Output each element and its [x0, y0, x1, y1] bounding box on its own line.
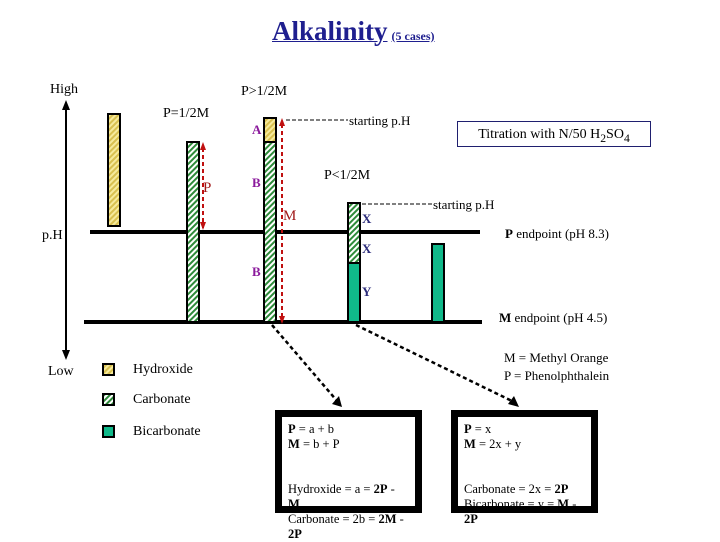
- box-right-line3: Carbonate = 2x = 2P: [464, 482, 569, 496]
- box-left-line1: P = a + b: [288, 422, 335, 436]
- axis-high-label: High: [50, 82, 78, 97]
- axis-arrow-up-icon: [62, 100, 70, 110]
- p-arrow-down-icon: [200, 222, 206, 230]
- legend-label-bicarbonate: Bicarbonate: [133, 424, 201, 439]
- formula-sub-4: 4: [623, 131, 630, 145]
- pointer-arrowhead-right-icon: [508, 396, 519, 407]
- m-endpoint-text: endpoint (pH 4.5): [511, 310, 608, 325]
- legend-label-carbonate: Carbonate: [133, 392, 191, 407]
- starting-ph-label-2: starting p.H: [433, 197, 495, 212]
- indicator-p: P = Phenolphthalein: [504, 368, 610, 383]
- pointer-arrowhead-left-icon: [332, 396, 342, 407]
- indicator-m: M = Methyl Orange: [504, 350, 609, 365]
- formula-h: H: [590, 127, 601, 142]
- box-left-line2: M = b + P: [288, 437, 340, 451]
- segment-label-x-lower: X: [362, 241, 372, 256]
- pointer-arrow-left: [271, 324, 339, 403]
- legend-swatch-hydroxide: [102, 363, 115, 376]
- segment-label-b-upper: B: [252, 175, 261, 190]
- box-right-line4: Bicarbonate = y = M - 2P: [464, 497, 577, 526]
- segment-label-y: Y: [362, 284, 372, 299]
- titration-box: Titration with N/50 H2SO4: [457, 121, 651, 147]
- box-right-line2: M = 2x + y: [464, 437, 522, 451]
- axis-ph-label: p.H: [42, 228, 63, 243]
- pointer-arrow-right: [355, 323, 515, 404]
- bar-segment-a-hydroxide: [263, 117, 277, 143]
- m-arrow-label: M: [283, 208, 297, 224]
- legend-label-hydroxide: Hydroxide: [133, 362, 193, 377]
- bar-segment-y-bicarbonate: [347, 262, 361, 323]
- case-label-p-lt-half-m: P<1/2M: [324, 168, 371, 183]
- m-endpoint-label: M endpoint (pH 4.5): [499, 310, 607, 326]
- segment-label-a: A: [252, 122, 262, 137]
- bar-carbonate-only: [186, 141, 200, 323]
- axis-arrow-down-icon: [62, 350, 70, 360]
- formula-box-p-lt-half-m: P = x M = 2x + y Carbonate = 2x = 2P Bic…: [451, 410, 598, 526]
- p-endpoint-letter: P: [505, 226, 513, 241]
- segment-label-x-upper: X: [362, 211, 372, 226]
- axis-low-label: Low: [48, 364, 74, 379]
- p-endpoint-text: endpoint (pH 8.3): [512, 226, 609, 241]
- titration-text: Titration with N/50: [478, 127, 591, 142]
- legend-swatch-bicarbonate: [102, 425, 115, 438]
- bar-bicarbonate-only: [431, 243, 445, 323]
- m-arrow-up-icon: [279, 118, 285, 126]
- p-arrow-label: P: [203, 180, 212, 196]
- p-arrow-up-icon: [200, 142, 206, 150]
- starting-ph-label-1: starting p.H: [349, 113, 411, 128]
- p-endpoint-label: P endpoint (pH 8.3): [505, 226, 609, 242]
- box-right-line1: P = x: [464, 422, 492, 436]
- bar-segment-x-carbonate: [347, 202, 361, 264]
- m-endpoint-letter: M: [499, 310, 512, 325]
- box-left-line4: Carbonate = 2b = 2M - 2P: [288, 512, 404, 541]
- case-label-p-gt-half-m: P>1/2M: [241, 84, 288, 99]
- bar-segment-b-carbonate: [263, 141, 277, 323]
- box-left-line3: Hydroxide = a = 2P - M: [288, 482, 395, 511]
- segment-label-b-lower: B: [252, 264, 261, 279]
- legend-swatch-carbonate: [102, 393, 115, 406]
- case-label-p-eq-half-m: P=1/2M: [163, 106, 210, 121]
- bar-hydroxide-only: [107, 113, 121, 227]
- formula-so: SO: [606, 127, 624, 142]
- formula-box-p-gt-half-m: P = a + b M = b + P Hydroxide = a = 2P -…: [275, 410, 422, 541]
